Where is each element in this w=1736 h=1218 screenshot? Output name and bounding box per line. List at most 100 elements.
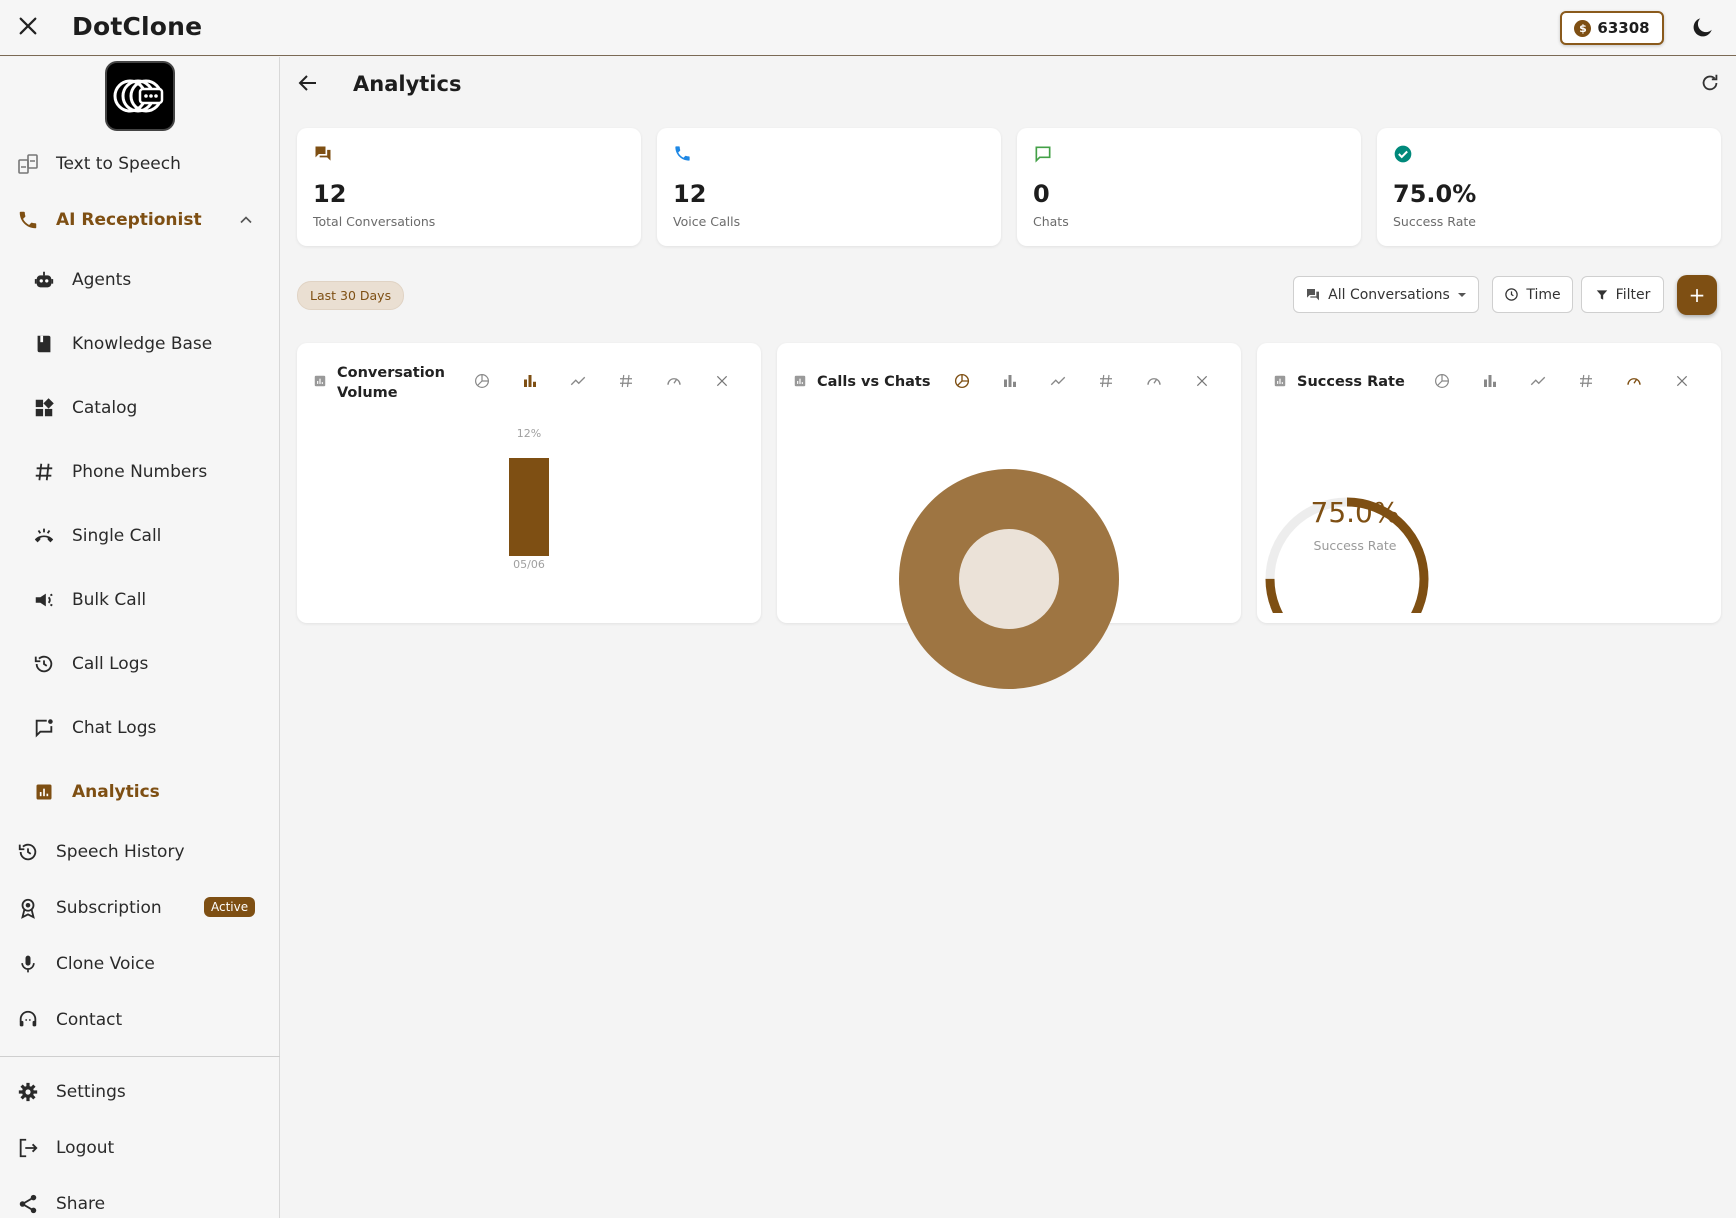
dark-mode-toggle[interactable] [1690,14,1718,42]
card-title: Conversation Volume [337,363,445,403]
sidebar-item-clone-voice[interactable]: Clone Voice [0,944,280,984]
sidebar-item-text-to-speech[interactable]: Text to Speech [0,144,280,184]
forum-icon [1307,288,1320,300]
logout-icon [16,1136,40,1160]
sidebar-item-label: Share [56,1194,106,1214]
close-icon[interactable] [12,10,44,42]
credits-value: 63308 [1597,19,1650,37]
sidebar-item-label: Catalog [72,398,138,418]
hash-icon [32,460,56,484]
sidebar: Text to Speech AI Receptionist Agents Kn… [0,57,280,1218]
sidebar-item-bulk-call[interactable]: Bulk Call [0,580,280,620]
status-badge: Active [204,897,256,917]
stat-card-chats: 0 Chats [1017,128,1361,246]
card-title-line: Volume [337,385,398,401]
check-circle-icon [1393,144,1415,166]
time-button-label: Time [1526,286,1561,303]
card-title: Calls vs Chats [817,374,931,390]
gauge-value: 75.0% [1310,496,1400,529]
sidebar-item-settings[interactable]: Settings [0,1072,280,1112]
sidebar-item-analytics[interactable]: Analytics [0,772,280,812]
dashboard-icon [32,396,56,420]
hash-icon[interactable] [1095,370,1117,392]
sidebar-item-label: Analytics [72,782,160,802]
gauge-icon[interactable] [1623,370,1645,392]
add-widget-button[interactable]: + [1677,275,1717,315]
pie-chart-icon[interactable] [471,370,493,392]
sidebar-item-label: Clone Voice [56,954,155,974]
line-chart-icon[interactable] [1047,370,1069,392]
chart-card-success-rate: Success Rate 75.0% Success Rate [1257,343,1721,623]
bar [509,458,549,556]
bar-chart-icon[interactable] [1479,370,1501,392]
stat-label: Chats [1033,214,1069,229]
sidebar-item-ai-receptionist[interactable]: AI Receptionist [0,200,280,240]
sidebar-item-share[interactable]: Share [0,1184,280,1218]
filter-icon [1596,289,1607,300]
top-app-bar: DotClone $ 63308 [0,0,1736,56]
stat-label: Total Conversations [313,214,436,229]
close-icon[interactable] [1671,370,1693,392]
stat-card-total-conversations: 12 Total Conversations [297,128,641,246]
call-end-icon [32,524,56,548]
bar-chart: 12% 05/06 [509,427,549,571]
pie-chart-icon[interactable] [951,370,973,392]
sidebar-item-label: Logout [56,1138,115,1158]
sidebar-item-label: Call Logs [72,654,149,674]
filter-button-label: Filter [1615,286,1651,303]
history-icon [32,652,56,676]
stat-card-success-rate: 75.0% Success Rate [1377,128,1721,246]
caret-down-icon [1457,292,1466,297]
sidebar-item-single-call[interactable]: Single Call [0,516,280,556]
sidebar-item-catalog[interactable]: Catalog [0,388,280,428]
sidebar-item-label: Chat Logs [72,718,157,738]
x-tick-label: 05/06 [513,558,545,571]
sidebar-item-agents[interactable]: Agents [0,260,280,300]
robot-icon [32,268,56,292]
analytics-icon [32,780,56,804]
sidebar-item-label: Settings [56,1082,126,1102]
card-title-line: Conversation [337,365,445,381]
chat-icon [1033,144,1055,166]
sidebar-item-label: Bulk Call [72,590,147,610]
credits-button[interactable]: $ 63308 [1560,11,1664,45]
gear-icon [16,1080,40,1104]
app-title: DotClone [72,12,203,41]
main-content: Analytics 12 Total Conversations 12 Voic… [281,57,1736,1218]
date-range-chip[interactable]: Last 30 Days [297,281,405,310]
close-icon[interactable] [1191,370,1213,392]
gauge-icon[interactable] [663,370,685,392]
sidebar-item-contact[interactable]: Contact [0,1000,280,1040]
chart-type-toolbar [1431,370,1701,392]
refresh-icon[interactable] [1699,72,1725,98]
stat-value: 75.0% [1393,180,1477,208]
line-chart-icon[interactable] [567,370,589,392]
sidebar-item-chat-logs[interactable]: Chat Logs [0,708,280,748]
sidebar-item-subscription[interactable]: Subscription Active [0,888,280,928]
time-button[interactable]: Time [1492,276,1573,313]
sidebar-item-label: Knowledge Base [72,334,213,354]
filter-button[interactable]: Filter [1581,276,1664,313]
hash-icon[interactable] [615,370,637,392]
donut-hole [959,529,1059,629]
megaphone-icon [32,588,56,612]
back-arrow-icon[interactable] [296,71,324,99]
page-header: Analytics [281,57,1736,113]
chevron-up-icon[interactable] [236,210,256,230]
conversation-type-dropdown[interactable]: All Conversations [1293,276,1479,313]
bar-chart-icon[interactable] [999,370,1021,392]
pie-chart-icon[interactable] [1431,370,1453,392]
hash-icon[interactable] [1575,370,1597,392]
sidebar-item-logout[interactable]: Logout [0,1128,280,1168]
sidebar-item-call-logs[interactable]: Call Logs [0,644,280,684]
sidebar-item-speech-history[interactable]: Speech History [0,832,280,872]
dropdown-selected-value: All Conversations [1328,286,1450,303]
sidebar-item-phone-numbers[interactable]: Phone Numbers [0,452,280,492]
sidebar-item-label: Speech History [56,842,185,862]
sidebar-item-label: Agents [72,270,132,290]
sidebar-item-knowledge-base[interactable]: Knowledge Base [0,324,280,364]
gauge-icon[interactable] [1143,370,1165,392]
close-icon[interactable] [711,370,733,392]
bar-chart-icon[interactable] [519,370,541,392]
line-chart-icon[interactable] [1527,370,1549,392]
